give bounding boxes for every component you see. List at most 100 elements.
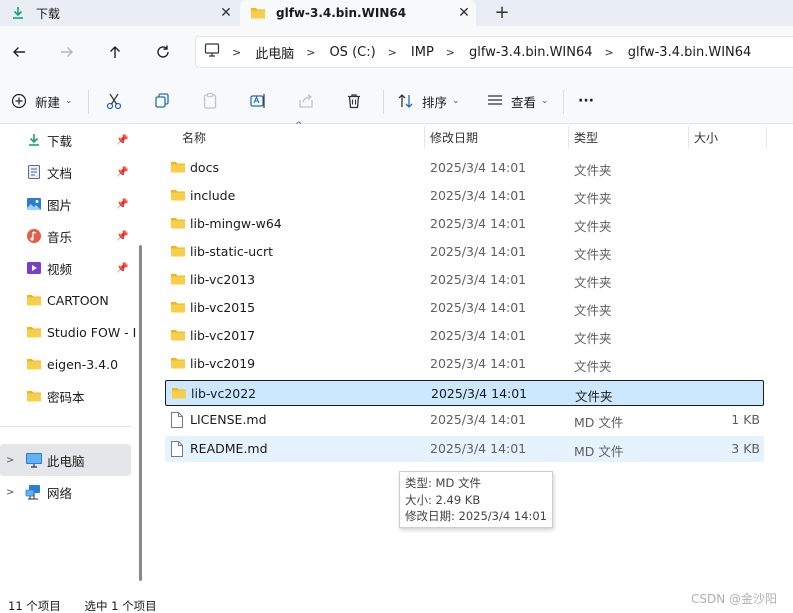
- sidebar-item-studio-fow[interactable]: Studio FOW - I: [0, 316, 136, 348]
- view-button[interactable]: 查看 ⌄: [485, 89, 549, 113]
- sidebar-item-this-pc[interactable]: > 此电脑: [0, 444, 131, 476]
- file-row[interactable]: lib-vc2013 2025/3/4 14:01 文件夹: [165, 267, 764, 293]
- video-icon: [25, 259, 43, 277]
- column-divider[interactable]: [424, 126, 425, 148]
- command-bar: 新建 ⌄ 排序 ⌄ 查看 ⌄ ···: [0, 78, 793, 124]
- cut-button[interactable]: [104, 89, 124, 113]
- file-type: 文件夹: [574, 331, 612, 346]
- file-name: lib-vc2013: [190, 272, 256, 287]
- copy-button[interactable]: [152, 89, 172, 113]
- file-row[interactable]: lib-vc2017 2025/3/4 14:01 文件夹: [165, 323, 764, 349]
- file-row-selected[interactable]: lib-vc2022 2025/3/4 14:01 文件夹: [165, 380, 764, 406]
- column-type[interactable]: 类型: [574, 124, 598, 150]
- file-row[interactable]: lib-vc2019 2025/3/4 14:01 文件夹: [165, 351, 764, 377]
- file-size: 1 KB: [731, 412, 760, 427]
- sidebar-item-documents[interactable]: 文档 📌: [0, 156, 131, 188]
- column-name[interactable]: 名称: [182, 124, 206, 150]
- column-divider[interactable]: [766, 126, 767, 148]
- pin-icon: 📌: [116, 230, 129, 242]
- chevron-right-icon: >: [387, 45, 397, 59]
- back-button[interactable]: [7, 40, 31, 64]
- sort-ascending-icon: ^: [295, 121, 303, 131]
- network-icon: [25, 483, 43, 501]
- new-button[interactable]: 新建 ⌄: [9, 89, 73, 113]
- rename-icon: [248, 91, 268, 111]
- new-tab-button[interactable]: +: [489, 2, 515, 24]
- file-row[interactable]: lib-vc2015 2025/3/4 14:01 文件夹: [165, 295, 764, 321]
- sidebar-item-downloads[interactable]: 下载 📌: [0, 124, 131, 156]
- sidebar-item-cartoon[interactable]: CARTOON: [0, 284, 131, 316]
- sidebar-item-label: 此电脑: [47, 453, 85, 469]
- file-row[interactable]: LICENSE.md 2025/3/4 14:01 MD 文件 1 KB: [165, 407, 764, 433]
- sidebar-item-videos[interactable]: 视频 📌: [0, 252, 131, 284]
- share-button[interactable]: [296, 89, 316, 113]
- file-info-tooltip: 类型: MD 文件 大小: 2.49 KB 修改日期: 2025/3/4 14:…: [399, 471, 553, 528]
- sidebar-item-label: 文档: [47, 165, 73, 181]
- file-date: 2025/3/4 14:01: [430, 441, 527, 456]
- file-name: docs: [190, 160, 219, 175]
- chevron-right-icon[interactable]: >: [6, 487, 14, 498]
- computer-icon: [25, 451, 43, 469]
- divider: [88, 90, 89, 114]
- column-size[interactable]: 大小: [694, 124, 718, 150]
- sort-button[interactable]: 排序 ⌄: [396, 89, 460, 113]
- address-bar[interactable]: > 此电脑 > OS (C:) > IMP > glfw-3.4.bin.WIN…: [195, 36, 793, 68]
- file-name: LICENSE.md: [190, 412, 267, 427]
- file-row[interactable]: include 2025/3/4 14:01 文件夹: [165, 183, 764, 209]
- breadcrumb-this-pc[interactable]: 此电脑: [255, 43, 294, 62]
- chevron-right-icon: >: [306, 45, 316, 59]
- tab-glfw[interactable]: glfw-3.4.bin.WIN64 ✕: [240, 0, 476, 26]
- sidebar-item-label: 音乐: [47, 229, 73, 245]
- paste-button[interactable]: [200, 89, 220, 113]
- refresh-icon: [157, 45, 169, 58]
- sidebar-item-label: 下载: [47, 133, 73, 149]
- sidebar-scrollbar[interactable]: [139, 245, 142, 581]
- folder-icon: [25, 323, 43, 341]
- folder-icon: [25, 291, 43, 309]
- breadcrumb-glfw-parent[interactable]: glfw-3.4.bin.WIN64: [469, 45, 593, 60]
- breadcrumb-drive[interactable]: OS (C:): [329, 45, 375, 60]
- breadcrumb-imp[interactable]: IMP: [411, 45, 434, 60]
- sidebar-item-passwords[interactable]: 密码本: [0, 380, 131, 412]
- chevron-down-icon: ⌄: [452, 96, 460, 106]
- chevron-right-icon[interactable]: >: [6, 455, 14, 466]
- sidebar-item-pictures[interactable]: 图片 📌: [0, 188, 131, 220]
- file-date: 2025/3/4 14:01: [431, 386, 528, 401]
- forward-button[interactable]: [55, 40, 79, 64]
- column-divider[interactable]: [688, 126, 689, 148]
- close-tab-icon[interactable]: ✕: [214, 5, 238, 21]
- close-tab-icon[interactable]: ✕: [452, 5, 476, 21]
- new-label: 新建: [35, 94, 61, 110]
- computer-icon: [204, 42, 220, 62]
- sidebar-item-label: 网络: [47, 485, 73, 501]
- more-options-button[interactable]: ···: [578, 89, 594, 113]
- file-row[interactable]: lib-static-ucrt 2025/3/4 14:01 文件夹: [165, 239, 764, 265]
- sidebar-item-music[interactable]: 音乐 📌: [0, 220, 131, 252]
- up-button[interactable]: [103, 40, 127, 64]
- breadcrumb-glfw-current[interactable]: glfw-3.4.bin.WIN64: [628, 45, 752, 60]
- file-date: 2025/3/4 14:01: [430, 300, 527, 315]
- tab-downloads[interactable]: 下载 ✕: [0, 0, 238, 26]
- download-icon: [10, 5, 26, 21]
- document-file-icon: [170, 441, 186, 457]
- file-row[interactable]: docs 2025/3/4 14:01 文件夹: [165, 155, 764, 181]
- folder-icon: [25, 387, 43, 405]
- file-row[interactable]: lib-mingw-w64 2025/3/4 14:01 文件夹: [165, 211, 764, 237]
- list-view-icon: [485, 91, 505, 111]
- column-divider[interactable]: [568, 126, 569, 148]
- refresh-button[interactable]: [151, 40, 175, 64]
- sidebar-item-network[interactable]: > 网络: [0, 476, 131, 508]
- tooltip-size: 大小: 2.49 KB: [405, 492, 481, 507]
- sidebar-item-label: 密码本: [47, 389, 85, 405]
- delete-button[interactable]: [344, 89, 364, 113]
- item-count: 11 个项目: [8, 599, 61, 613]
- rename-button[interactable]: [248, 89, 268, 113]
- column-date[interactable]: 修改日期: [430, 124, 478, 150]
- file-type: 文件夹: [574, 163, 612, 178]
- sidebar-item-eigen[interactable]: eigen-3.4.0: [0, 348, 131, 380]
- folder-icon: [25, 355, 43, 373]
- chevron-down-icon: ⌄: [541, 96, 549, 106]
- file-row-hovered[interactable]: README.md 2025/3/4 14:01 MD 文件 3 KB: [165, 436, 764, 462]
- file-date: 2025/3/4 14:01: [430, 272, 527, 287]
- file-date: 2025/3/4 14:01: [430, 328, 527, 343]
